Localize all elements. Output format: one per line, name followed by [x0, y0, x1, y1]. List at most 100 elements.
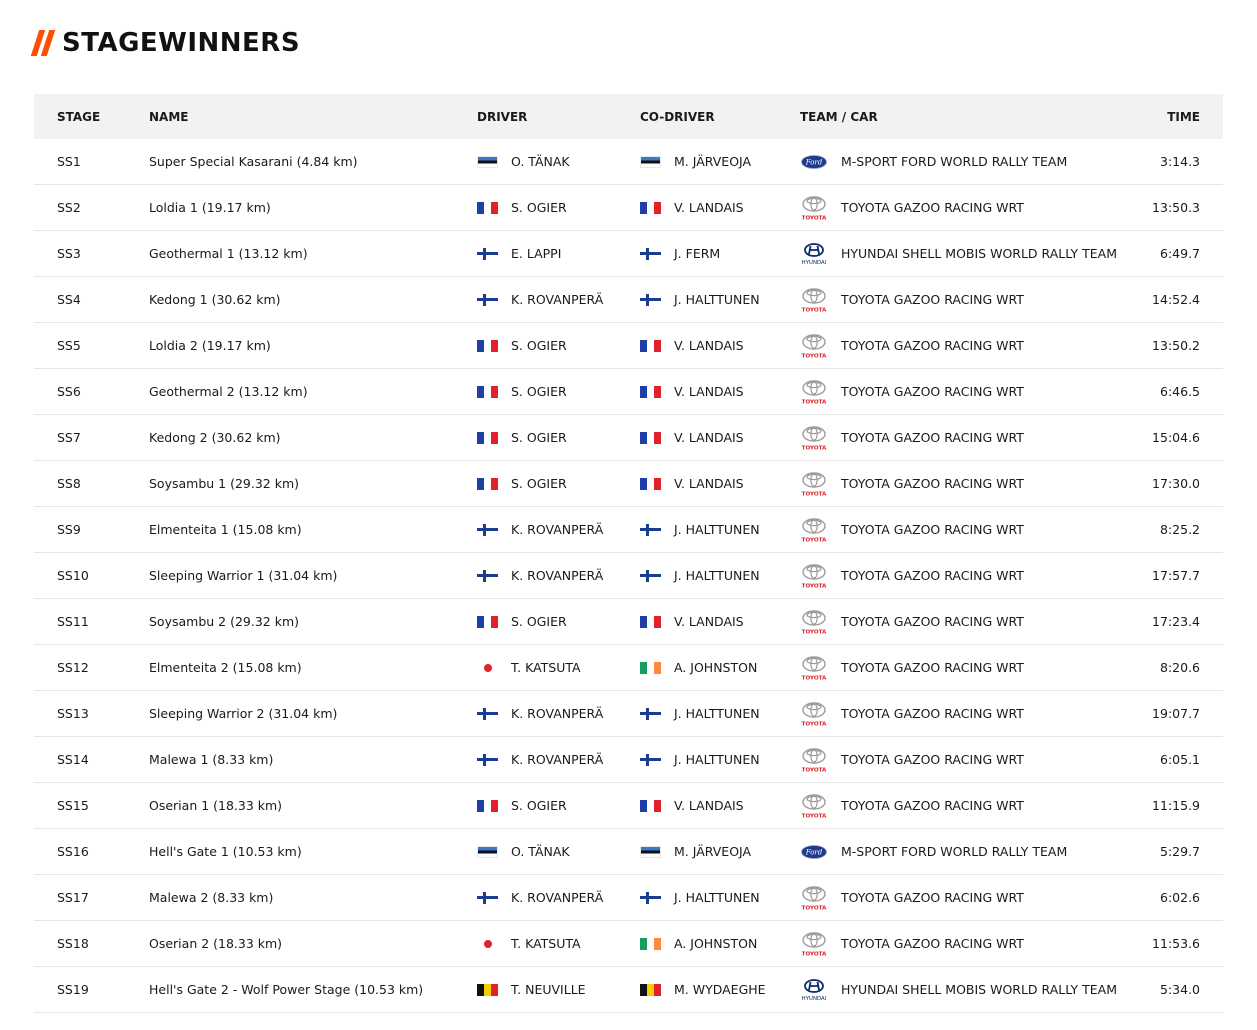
codriver-name: J. HALTTUNEN — [674, 521, 760, 537]
table-header-row: STAGE NAME DRIVER CO-DRIVER TEAM / CAR T… — [34, 94, 1223, 139]
stage-cell: SS9 — [57, 521, 81, 537]
toyota-logo-text: TOYOTA — [802, 629, 827, 635]
driver-cell: S. OGIER — [477, 384, 567, 400]
page-title: STAGEWINNERS — [62, 28, 301, 58]
toyota-logo-text: TOYOTA — [802, 537, 827, 543]
stage-name-cell: Soysambu 2 (29.32 km) — [149, 613, 300, 629]
driver-cell: K. ROVANPERÄ — [477, 890, 603, 906]
hyundai-logo-icon: HYUNDAI — [800, 976, 828, 1004]
driver-name: T. KATSUTA — [511, 659, 581, 675]
table-row: SS1 Super Special Kasarani (4.84 km) O. TÄ… — [34, 139, 1223, 185]
codriver-cell: J. FERM — [640, 246, 720, 262]
stage-name-cell: Sleeping Warrior 1 (31.04 km) — [149, 567, 338, 583]
table-row: SS14 Malewa 1 (8.33 km) K. ROVANPERÄ J. HAL… — [34, 737, 1223, 783]
table-row: SS12 Elmenteita 2 (15.08 km) T. KATSUTA A. … — [34, 645, 1223, 691]
ie-flag-icon — [640, 661, 661, 674]
toyota-logo-text: TOYOTA — [802, 675, 827, 681]
codriver-cell: J. HALTTUNEN — [640, 292, 760, 308]
team-name: HYUNDAI SHELL MOBIS WORLD RALLY TEAM — [841, 245, 1118, 261]
stage-name-cell: Geothermal 1 (13.12 km) — [149, 245, 308, 261]
time-cell: 11:15.9 — [1152, 797, 1200, 813]
driver-name: K. ROVANPERÄ — [511, 751, 604, 767]
table-row: SS16 Hell's Gate 1 (10.53 km) O. TÄNAK M. J… — [34, 829, 1223, 875]
hyundai-logo-text: HYUNDAI — [802, 996, 827, 1002]
driver-name: T. KATSUTA — [511, 935, 581, 951]
header-driver: DRIVER — [477, 109, 528, 124]
stage-cell: SS19 — [57, 981, 89, 997]
team-name: HYUNDAI SHELL MOBIS WORLD RALLY TEAM — [841, 981, 1118, 997]
codriver-name: V. LANDAIS — [674, 797, 744, 813]
driver-cell: S. OGIER — [477, 798, 567, 814]
time-cell: 6:46.5 — [1160, 383, 1200, 399]
stage-name-cell: Hell's Gate 2 - Wolf Power Stage (10.53 … — [149, 981, 424, 997]
team-cell: TOYOTA TOYOTA GAZOO RACING WRT — [800, 424, 1024, 452]
stage-cell: SS16 — [57, 843, 89, 859]
stage-cell: SS4 — [57, 291, 81, 307]
header-team: TEAM / CAR — [800, 109, 878, 124]
toyota-logo-text: TOYOTA — [802, 951, 827, 957]
driver-name: S. OGIER — [511, 199, 567, 215]
codriver-name: M. JÄRVEOJA — [674, 843, 752, 859]
fi-flag-icon — [640, 891, 661, 904]
driver-cell: K. ROVANPERÄ — [477, 752, 603, 768]
toyota-logo-icon: TOYOTA — [800, 470, 828, 498]
ie-flag-icon — [640, 937, 661, 950]
page-header: STAGEWINNERS — [30, 28, 301, 58]
team-name: TOYOTA GAZOO RACING WRT — [841, 567, 1024, 583]
codriver-name: J. HALTTUNEN — [674, 889, 760, 905]
table-row: SS17 Malewa 2 (8.33 km) K. ROVANPERÄ J. HAL… — [34, 875, 1223, 921]
codriver-name: V. LANDAIS — [674, 429, 744, 445]
codriver-cell: A. JOHNSTON — [640, 936, 757, 952]
team-cell: TOYOTA TOYOTA GAZOO RACING WRT — [800, 700, 1024, 728]
stage-name-cell: Kedong 1 (30.62 km) — [149, 291, 281, 307]
fr-flag-icon — [477, 385, 498, 398]
driver-name: S. OGIER — [511, 337, 567, 353]
team-name: TOYOTA GAZOO RACING WRT — [841, 521, 1024, 537]
fr-flag-icon — [640, 799, 661, 812]
stage-cell: SS5 — [57, 337, 81, 353]
team-name: M-SPORT FORD WORLD RALLY TEAM — [841, 843, 1068, 859]
driver-name: S. OGIER — [511, 613, 567, 629]
table-body: SS1 Super Special Kasarani (4.84 km) O. TÄ… — [34, 139, 1223, 1013]
team-cell: TOYOTA TOYOTA GAZOO RACING WRT — [800, 654, 1024, 682]
be-flag-icon — [477, 983, 498, 996]
fr-flag-icon — [477, 201, 498, 214]
table-row: SS11 Soysambu 2 (29.32 km) S. OGIER V. LAND… — [34, 599, 1223, 645]
fi-flag-icon — [477, 753, 498, 766]
time-cell: 6:49.7 — [1160, 245, 1200, 261]
codriver-cell: J. HALTTUNEN — [640, 706, 760, 722]
codriver-name: V. LANDAIS — [674, 475, 744, 491]
stage-cell: SS2 — [57, 199, 81, 215]
codriver-cell: A. JOHNSTON — [640, 660, 757, 676]
toyota-logo-icon: TOYOTA — [800, 930, 828, 958]
time-cell: 19:07.7 — [1152, 705, 1200, 721]
table-row: SS15 Oserian 1 (18.33 km) S. OGIER V. LANDA… — [34, 783, 1223, 829]
fi-flag-icon — [640, 247, 661, 260]
fr-flag-icon — [477, 431, 498, 444]
codriver-name: A. JOHNSTON — [674, 659, 758, 675]
driver-name: K. ROVANPERÄ — [511, 889, 604, 905]
driver-cell: O. TÄNAK — [477, 844, 570, 860]
fi-flag-icon — [640, 569, 661, 582]
table-row: SS7 Kedong 2 (30.62 km) S. OGIER V. LANDAIS… — [34, 415, 1223, 461]
stage-name-cell: Elmenteita 2 (15.08 km) — [149, 659, 302, 675]
fr-flag-icon — [477, 477, 498, 490]
brand-slashes-icon — [30, 30, 56, 56]
driver-name: K. ROVANPERÄ — [511, 567, 604, 583]
team-cell: TOYOTA TOYOTA GAZOO RACING WRT — [800, 516, 1024, 544]
stage-name-cell: Hell's Gate 1 (10.53 km) — [149, 843, 302, 859]
codriver-cell: M. WYDAEGHE — [640, 982, 766, 998]
time-cell: 13:50.3 — [1152, 199, 1200, 215]
team-cell: Ford M-SPORT FORD WORLD RALLY TEAM — [800, 838, 1067, 866]
team-cell: HYUNDAI HYUNDAI SHELL MOBIS WORLD RALLY T… — [800, 240, 1117, 268]
codriver-name: V. LANDAIS — [674, 613, 744, 629]
stage-cell: SS6 — [57, 383, 81, 399]
table-row: SS6 Geothermal 2 (13.12 km) S. OGIER V. LAN… — [34, 369, 1223, 415]
stage-name-cell: Loldia 2 (19.17 km) — [149, 337, 271, 353]
fi-flag-icon — [640, 707, 661, 720]
stage-name-cell: Oserian 2 (18.33 km) — [149, 935, 283, 951]
toyota-logo-icon: TOYOTA — [800, 792, 828, 820]
table-row: SS18 Oserian 2 (18.33 km) T. KATSUTA A. JOH… — [34, 921, 1223, 967]
fr-flag-icon — [640, 477, 661, 490]
team-name: TOYOTA GAZOO RACING WRT — [841, 199, 1024, 215]
